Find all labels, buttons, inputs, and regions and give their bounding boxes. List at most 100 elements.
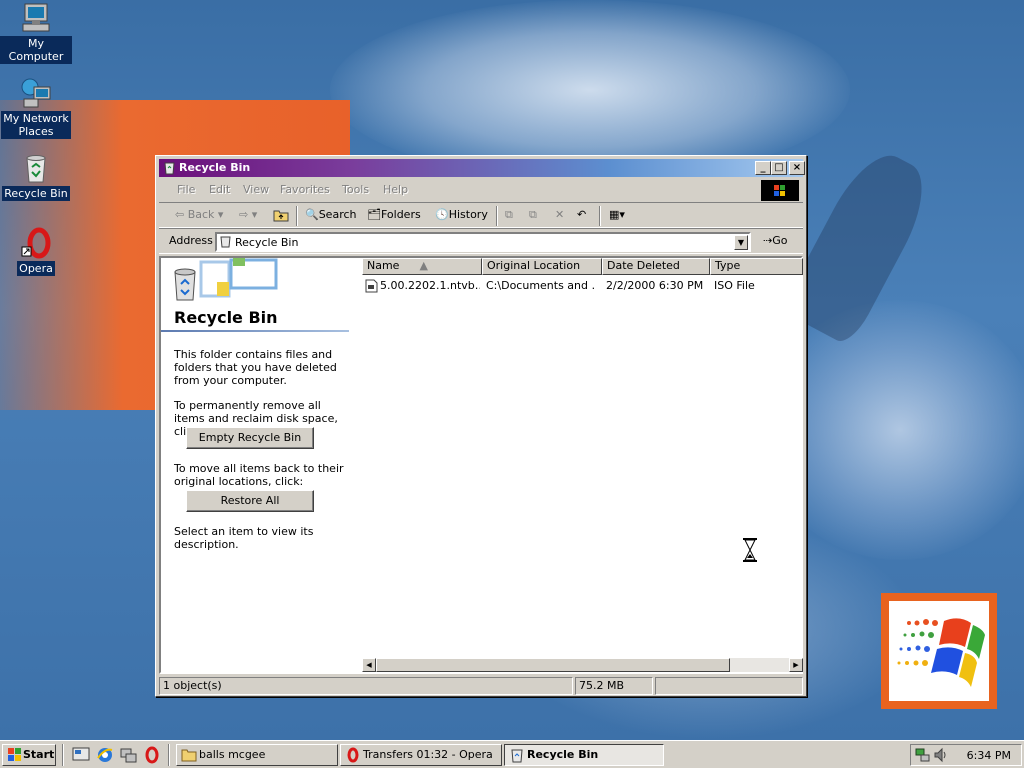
toolbar-separator: [599, 206, 601, 226]
views-icon: ▦: [609, 208, 620, 221]
column-header-date-deleted[interactable]: Date Deleted: [602, 258, 710, 275]
status-size: 75.2 MB: [575, 677, 653, 695]
forward-button[interactable]: ⇨ ▾: [239, 208, 257, 224]
pane-title: Recycle Bin: [174, 308, 278, 327]
address-input[interactable]: Recycle Bin ▼: [215, 232, 751, 252]
maximize-button[interactable]: □: [771, 161, 787, 175]
opera-icon: [345, 747, 361, 765]
pane-restore-text: To move all items back to their original…: [174, 462, 344, 488]
scroll-thumb[interactable]: [376, 658, 730, 672]
recycle-bin-icon: [509, 747, 525, 765]
recycle-bin-icon: [219, 235, 232, 251]
table-row[interactable]: 5.00.2202.1.ntvb… C:\Documents and … 2/2…: [362, 278, 803, 294]
file-original-location: C:\Documents and …: [486, 279, 596, 292]
computer-icon: [20, 2, 52, 34]
copy-to-icon[interactable]: ⧉: [529, 208, 537, 224]
search-button[interactable]: 🔍Search: [305, 208, 357, 224]
file-list: Name ▲ Original Location Date Deleted Typ…: [362, 258, 803, 672]
back-button[interactable]: ⇦ Back ▾: [175, 208, 223, 224]
menu-favorites[interactable]: Favorites: [280, 183, 330, 196]
task-opera-transfers[interactable]: Transfers 01:32 - Opera: [340, 744, 502, 766]
desktop-icon-network-places[interactable]: My Network Places: [0, 77, 72, 139]
sort-ascending-icon: ▲: [419, 259, 428, 272]
standard-toolbar: ⇦ Back ▾ ⇨ ▾ 🔍Search 🗂Folders 🕓History ⧉…: [159, 202, 803, 228]
column-header-original-location[interactable]: Original Location: [482, 258, 602, 275]
task-balls-mcgee[interactable]: balls mcgee: [176, 744, 338, 766]
move-to-icon[interactable]: ⧉: [505, 208, 513, 224]
taskbar-separator: [168, 744, 170, 766]
file-date-deleted: 2/2/2000 6:30 PM: [606, 279, 704, 292]
address-label: Address: [169, 234, 213, 247]
network-icon: [20, 77, 52, 109]
toolbar-separator: [296, 206, 298, 226]
recycle-bin-window: Recycle Bin _ □ × File Edit View Favorit…: [155, 155, 807, 697]
menu-view[interactable]: View: [243, 183, 269, 196]
network-tray-icon[interactable]: [915, 747, 931, 766]
taskbar-separator: [62, 744, 64, 766]
back-arrow-icon: ⇦: [175, 208, 188, 221]
windows-logo-throbber: [761, 180, 799, 201]
desktop-icon-opera[interactable]: Opera: [0, 227, 72, 276]
column-header-type[interactable]: Type: [710, 258, 803, 275]
search-icon: 🔍: [305, 208, 319, 221]
horizontal-scrollbar[interactable]: ◀ ▶: [362, 658, 803, 672]
show-desktop-icon[interactable]: [72, 746, 90, 764]
menu-edit[interactable]: Edit: [209, 183, 230, 196]
recycle-bin-icon: [20, 152, 52, 184]
desktop-icon-my-computer[interactable]: My Computer: [0, 2, 72, 64]
clock[interactable]: 6:34 PM: [967, 749, 1011, 762]
column-header-name[interactable]: Name ▲: [362, 258, 482, 275]
history-button[interactable]: 🕓History: [435, 208, 488, 224]
desktop-icon-recycle-bin[interactable]: Recycle Bin: [0, 152, 72, 201]
menu-file[interactable]: File: [177, 183, 195, 196]
views-button[interactable]: ▦▾: [609, 208, 625, 224]
minimize-button[interactable]: _: [755, 161, 771, 175]
title-bar[interactable]: Recycle Bin _ □ ×: [159, 159, 805, 177]
task-recycle-bin[interactable]: Recycle Bin: [504, 744, 664, 766]
pane-title-underline: [161, 330, 349, 332]
taskbar: Start balls mcgee Transfers 01:32 - Oper…: [0, 740, 1024, 768]
iso-file-icon: [365, 279, 378, 296]
history-icon: 🕓: [435, 208, 449, 221]
address-dropdown-button[interactable]: ▼: [734, 235, 748, 250]
status-bar: 1 object(s) 75.2 MB: [159, 677, 803, 695]
opera-icon[interactable]: [143, 746, 161, 764]
up-folder-button[interactable]: [273, 208, 289, 224]
status-zone: [655, 677, 803, 695]
folder-view: Recycle Bin This folder contains files a…: [159, 256, 803, 674]
folders-button[interactable]: 🗂Folders: [367, 208, 421, 224]
window-title: Recycle Bin: [179, 161, 251, 174]
pane-select-text: Select an item to view its description.: [174, 525, 314, 551]
desktop-icon-label: My Computer: [0, 36, 72, 64]
restore-all-button[interactable]: Restore All: [186, 490, 314, 512]
menu-help[interactable]: Help: [383, 183, 408, 196]
volume-icon[interactable]: [933, 747, 949, 766]
up-folder-icon: [273, 210, 289, 222]
delete-icon[interactable]: ✕: [555, 208, 564, 224]
pane-intro-text: This folder contains files and folders t…: [174, 348, 337, 387]
desktop-icon-label: Opera: [17, 261, 55, 276]
menu-bar: File Edit View Favorites Tools Help: [159, 180, 803, 201]
network-connections-icon[interactable]: [119, 746, 137, 764]
scroll-right-button[interactable]: ▶: [789, 658, 803, 672]
file-type: ISO File: [714, 279, 755, 292]
recycle-bin-banner-icon: [161, 258, 281, 304]
desktop-icon-label: My Network Places: [1, 111, 71, 139]
opera-icon: [20, 227, 52, 259]
system-tray: 6:34 PM: [910, 744, 1022, 766]
scroll-left-button[interactable]: ◀: [362, 658, 376, 672]
toolbar-separator: [496, 206, 498, 226]
web-view-pane: Recycle Bin This folder contains files a…: [161, 258, 361, 672]
desktop: My Computer My Network Places Recycle Bi…: [0, 0, 1024, 740]
windows-2000-logo: [881, 593, 997, 709]
cloud-background: [330, 0, 850, 180]
menu-tools[interactable]: Tools: [342, 183, 369, 196]
go-button[interactable]: ⇢Go: [763, 234, 787, 247]
forward-arrow-icon: ⇨: [239, 208, 249, 221]
close-button[interactable]: ×: [789, 161, 805, 175]
internet-explorer-icon[interactable]: [96, 746, 114, 764]
start-button[interactable]: Start: [2, 744, 56, 766]
status-object-count: 1 object(s): [159, 677, 573, 695]
empty-recycle-bin-button[interactable]: Empty Recycle Bin: [186, 427, 314, 449]
undo-icon[interactable]: ↶: [577, 208, 586, 224]
